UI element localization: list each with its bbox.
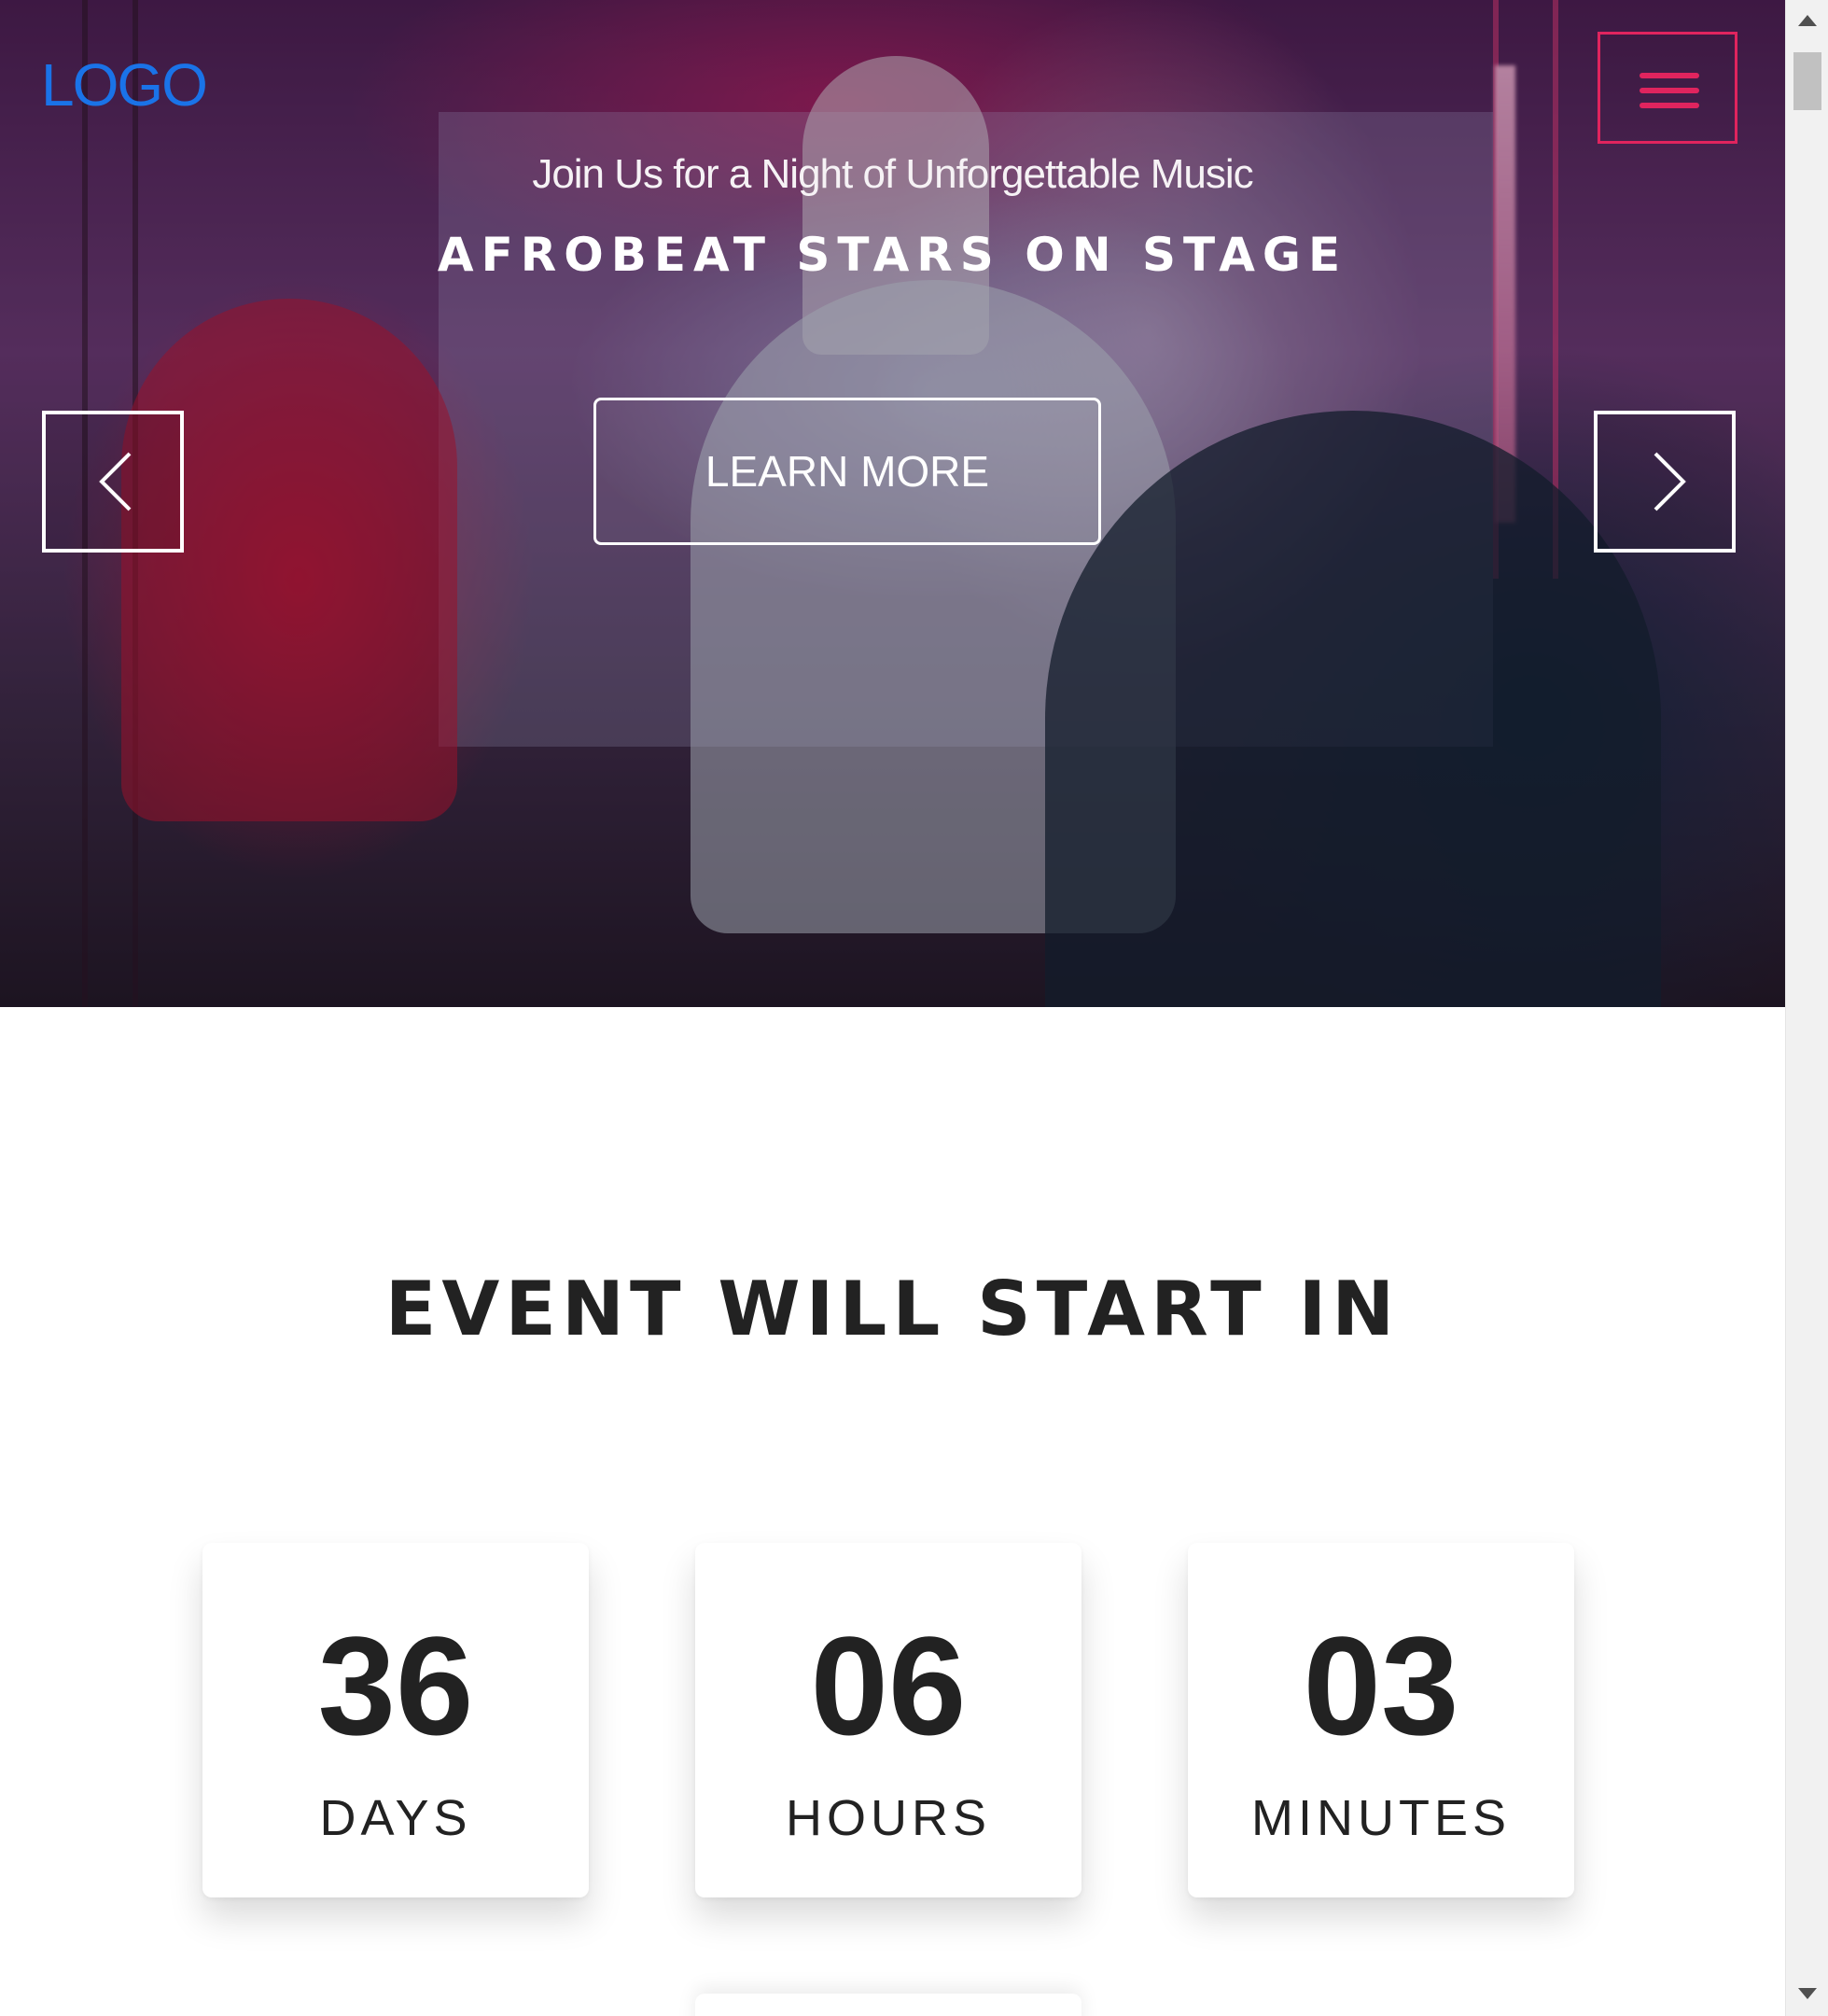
slider-prev-button[interactable]	[42, 411, 184, 553]
countdown-minutes-label: MINUTES	[1251, 1790, 1511, 1846]
countdown-minutes-card: 03 MINUTES	[1188, 1543, 1574, 1897]
hero-slider: LOGO Join Us for a Night of Unforgettabl…	[0, 0, 1785, 1007]
hero-subtitle: Join Us for a Night of Unforgettable Mus…	[532, 151, 1253, 197]
scroll-up-button[interactable]	[1786, 0, 1828, 43]
triangle-up-icon	[1798, 15, 1817, 26]
hamburger-icon	[1640, 73, 1699, 78]
hamburger-icon-line	[1640, 88, 1699, 93]
chevron-left-icon	[99, 452, 132, 511]
scrollbar-thumb[interactable]	[1793, 52, 1821, 110]
countdown-days-label: DAYS	[319, 1790, 472, 1846]
countdown-hours-label: HOURS	[785, 1790, 991, 1846]
hamburger-icon-line	[1640, 103, 1699, 108]
chevron-right-icon	[1654, 452, 1686, 511]
menu-button[interactable]	[1598, 32, 1737, 144]
hero-title: AFROBEAT STARS ON STAGE	[437, 228, 1348, 282]
countdown-heading: EVENT WILL START IN	[384, 1266, 1401, 1352]
countdown-days-card: 36 DAYS	[202, 1543, 589, 1897]
countdown-minutes-value: 03	[1303, 1607, 1459, 1764]
countdown-hours-card: 06 HOURS	[695, 1543, 1081, 1897]
countdown-days-value: 36	[317, 1607, 474, 1764]
learn-more-button[interactable]: LEARN MORE	[593, 398, 1101, 545]
site-logo[interactable]: LOGO	[41, 50, 208, 119]
slider-next-button[interactable]	[1594, 411, 1736, 553]
countdown-seconds-card	[695, 1994, 1081, 2016]
scroll-down-button[interactable]	[1786, 1973, 1828, 2016]
vertical-scrollbar[interactable]	[1785, 0, 1828, 2016]
triangle-down-icon	[1798, 1988, 1817, 1999]
page: LOGO Join Us for a Night of Unforgettabl…	[0, 0, 1785, 2016]
countdown-hours-value: 06	[810, 1607, 967, 1764]
